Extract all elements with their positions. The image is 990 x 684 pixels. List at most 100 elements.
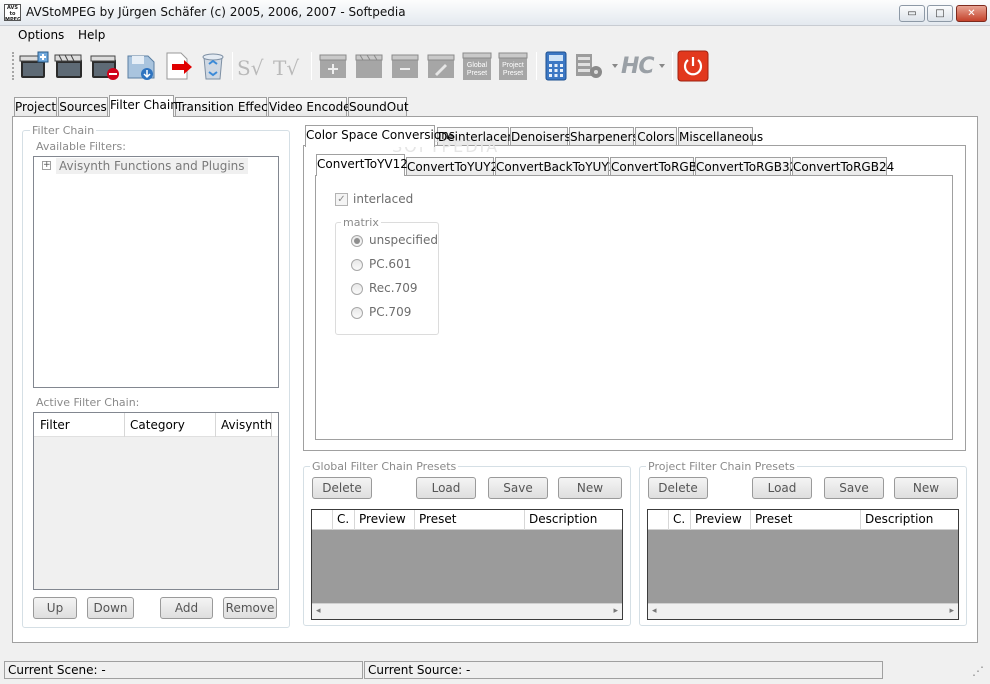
column-avisynth[interactable]: Avisynth	[216, 413, 272, 437]
column-preset[interactable]: Preset	[751, 510, 861, 530]
radio-rec709[interactable]	[351, 283, 363, 295]
column-category[interactable]: Category	[125, 413, 216, 437]
project-save-button[interactable]: Save	[824, 477, 884, 499]
export-arrow-icon[interactable]	[162, 50, 194, 82]
global-grid-header: C. Preview Preset Description	[312, 510, 622, 530]
maximize-button[interactable]: □	[927, 5, 953, 22]
resize-grip-icon[interactable]: ⋰	[972, 664, 984, 678]
svg-text:Project: Project	[502, 62, 524, 69]
open-project-icon[interactable]	[53, 50, 85, 82]
global-grid-scrollbar[interactable]: ◂ ▸	[312, 603, 622, 619]
minimize-button[interactable]: ▭	[899, 5, 925, 22]
chevron-down-icon[interactable]	[659, 64, 665, 68]
status-current-scene: Current Scene: -	[4, 661, 363, 679]
tree-root-item[interactable]: Avisynth Functions and Plugins	[56, 158, 248, 174]
close-button[interactable]: ✕	[956, 5, 987, 22]
new-project-icon[interactable]	[18, 50, 50, 82]
power-icon[interactable]	[677, 50, 709, 82]
tab-soundout[interactable]: SoundOut	[348, 97, 409, 117]
toolbar-separator	[536, 52, 537, 80]
tab-convert-to-yv12[interactable]: ConvertToYV12	[316, 154, 408, 176]
project-presets-grid[interactable]: C. Preview Preset Description ◂ ▸	[647, 509, 959, 620]
check-t-icon[interactable]: T√	[273, 56, 299, 80]
remove-source-icon[interactable]	[89, 50, 121, 82]
clapper-edit-icon[interactable]	[425, 50, 457, 82]
tab-video-encoder[interactable]: Video Encoder	[268, 97, 356, 117]
add-button[interactable]: Add	[160, 597, 213, 619]
recycle-bin-icon[interactable]	[197, 50, 229, 82]
available-filters-tree[interactable]	[33, 156, 279, 388]
toolbar-separator	[672, 52, 673, 80]
tab-convert-to-rgb32[interactable]: ConvertToRGB32	[695, 157, 797, 177]
radio-pc709[interactable]	[351, 307, 363, 319]
radio-unspecified[interactable]	[351, 235, 363, 247]
radio-pc601-label: PC.601	[369, 257, 412, 271]
remove-button[interactable]: Remove	[223, 597, 277, 619]
radio-pc601[interactable]	[351, 259, 363, 271]
active-filter-chain-list[interactable]: Filter Category Avisynth	[33, 412, 279, 590]
global-load-button[interactable]: Load	[416, 477, 476, 499]
svg-text:Global: Global	[467, 62, 488, 69]
global-delete-button[interactable]: Delete	[312, 477, 372, 499]
tab-convert-to-rgb24[interactable]: ConvertToRGB24	[792, 157, 894, 177]
tree-expand-icon[interactable]: +	[42, 161, 51, 170]
column-preview[interactable]: Preview	[691, 510, 751, 530]
up-button[interactable]: Up	[33, 597, 77, 619]
column-description[interactable]: Description	[861, 510, 958, 530]
check-s-icon[interactable]: S√	[237, 56, 263, 80]
global-presets-grid[interactable]: C. Preview Preset Description ◂ ▸	[311, 509, 623, 620]
down-button[interactable]: Down	[87, 597, 134, 619]
scroll-left-icon[interactable]: ◂	[316, 606, 321, 616]
hc-encoder-icon[interactable]: HC	[621, 54, 655, 79]
tab-denoisers[interactable]: Denoisers	[510, 127, 571, 147]
save-project-icon[interactable]	[125, 50, 157, 82]
tab-sources[interactable]: Sources	[58, 97, 108, 117]
tab-filter-chain[interactable]: Filter Chain	[109, 95, 178, 117]
menu-bar	[0, 26, 990, 45]
clapper-add-icon[interactable]	[317, 50, 349, 82]
tab-color-space-conversions[interactable]: Color Space Conversions	[305, 125, 455, 147]
project-grid-scrollbar[interactable]: ◂ ▸	[648, 603, 958, 619]
svg-text:Preset: Preset	[467, 70, 487, 77]
tab-transition-effects[interactable]: Transition Effects	[175, 97, 279, 117]
clapper-icon[interactable]	[353, 50, 385, 82]
tab-convert-to-yuy2[interactable]: ConvertToYUY2	[406, 157, 498, 177]
column-c[interactable]: C.	[333, 510, 355, 530]
encode-settings-icon[interactable]	[574, 50, 618, 82]
menu-options[interactable]: Options	[12, 27, 70, 43]
global-new-button[interactable]: New	[558, 477, 622, 499]
tab-miscellaneous[interactable]: Miscellaneous	[678, 127, 763, 147]
column-description[interactable]: Description	[525, 510, 622, 530]
tab-convert-back-to-yuy2[interactable]: ConvertBackToYUY2	[495, 157, 616, 177]
column-preset[interactable]: Preset	[415, 510, 525, 530]
project-presets-title: Project Filter Chain Presets	[646, 460, 797, 473]
project-load-button[interactable]: Load	[752, 477, 812, 499]
scroll-right-icon[interactable]: ▸	[613, 606, 618, 616]
clapper-remove-icon[interactable]	[389, 50, 421, 82]
menu-help[interactable]: Help	[72, 27, 111, 43]
scroll-left-icon[interactable]: ◂	[652, 606, 657, 616]
scroll-right-icon[interactable]: ▸	[949, 606, 954, 616]
interlaced-checkbox[interactable]: ✓	[335, 193, 348, 206]
column-c[interactable]: C.	[669, 510, 691, 530]
column-filter[interactable]: Filter	[34, 413, 125, 437]
tab-sharpeners[interactable]: Sharpeners	[569, 127, 639, 147]
tab-colors[interactable]: Colors	[635, 127, 677, 147]
project-new-button[interactable]: New	[894, 477, 958, 499]
row-header-cell	[312, 510, 333, 530]
global-save-button[interactable]: Save	[488, 477, 548, 499]
global-preset-icon[interactable]: GlobalPreset	[461, 50, 493, 82]
radio-unspecified-label: unspecified	[369, 233, 438, 247]
status-current-source: Current Source: -	[364, 661, 883, 679]
tab-project[interactable]: Project	[14, 97, 57, 117]
toolbar-grip	[12, 52, 15, 80]
global-presets-title: Global Filter Chain Presets	[310, 460, 459, 473]
tab-convert-to-rgb[interactable]: ConvertToRGB	[610, 157, 697, 177]
calculator-icon[interactable]	[540, 50, 572, 82]
column-preview[interactable]: Preview	[355, 510, 415, 530]
radio-pc709-label: PC.709	[369, 305, 412, 319]
app-icon[interactable]: AVS to MPEG	[4, 4, 21, 21]
project-preset-icon[interactable]: ProjectPreset	[497, 50, 529, 82]
filter-chain-title: Filter Chain	[30, 124, 97, 137]
project-delete-button[interactable]: Delete	[648, 477, 708, 499]
